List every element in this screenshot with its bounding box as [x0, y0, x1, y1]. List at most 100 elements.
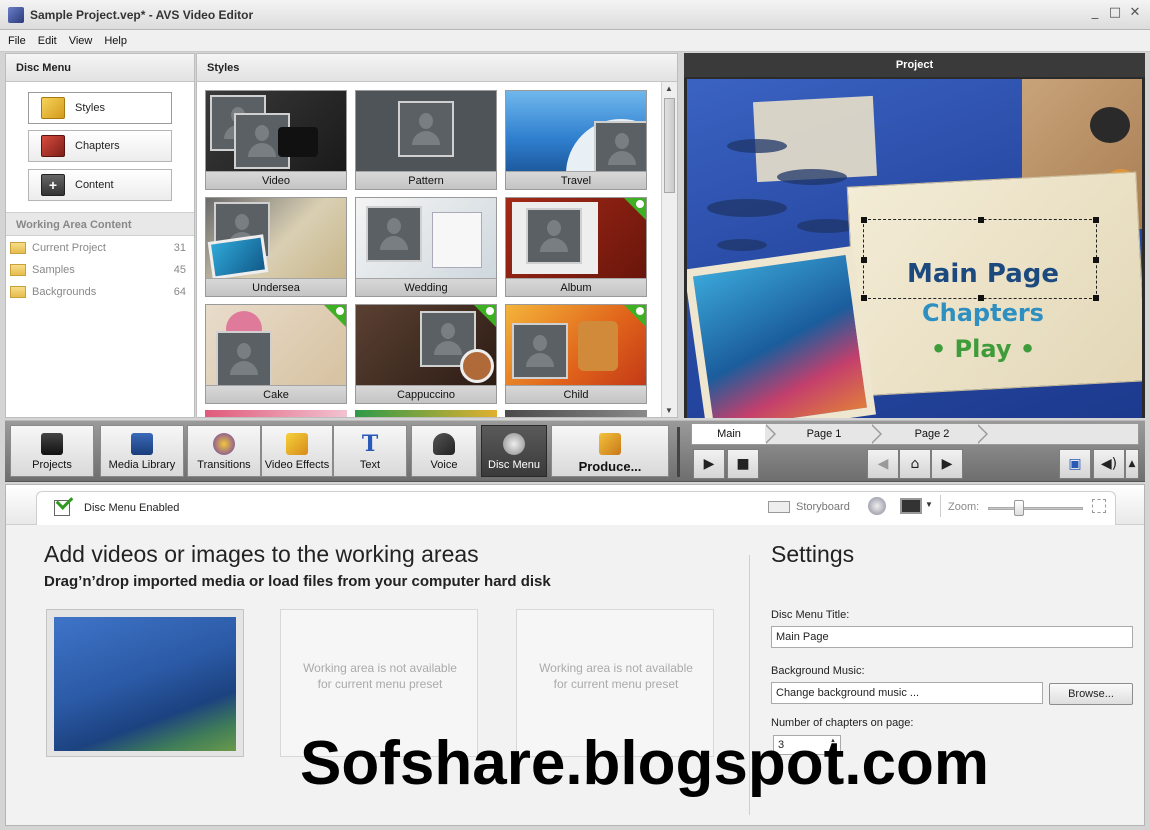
media-library-button[interactable]: Media Library — [100, 425, 184, 477]
styles-scrollbar[interactable]: ▲ ▼ — [661, 82, 677, 417]
close-icon[interactable]: ✕ — [1128, 6, 1142, 20]
play-icon[interactable]: ▶ — [693, 449, 725, 479]
download-badge-icon — [624, 305, 646, 327]
video-effects-button[interactable]: Video Effects — [261, 425, 333, 477]
scroll-down-icon[interactable]: ▼ — [665, 406, 673, 415]
prev-page-icon[interactable]: ◀ — [867, 449, 899, 479]
maximize-icon[interactable]: □ — [1108, 6, 1122, 20]
transitions-label: Transitions — [197, 459, 251, 471]
style-thumb-travel[interactable]: Travel — [505, 90, 647, 190]
microphone-icon — [433, 433, 455, 455]
style-thumb-label: Pattern — [356, 171, 496, 189]
window-controls: _ □ ✕ — [1088, 6, 1142, 20]
style-thumb-undersea[interactable]: Undersea — [205, 197, 347, 297]
minimize-icon[interactable]: _ — [1088, 6, 1102, 20]
text-t-icon: T — [361, 431, 379, 457]
wa-item-label: Backgrounds — [32, 286, 97, 298]
disc-menu-panel: Disc Menu Styles Chapters + Content Work… — [5, 53, 195, 418]
disc-icon — [503, 433, 525, 455]
style-thumb-partial[interactable] — [505, 410, 647, 417]
video-effects-label: Video Effects — [264, 459, 330, 471]
style-thumb-video[interactable]: Video — [205, 90, 347, 190]
styles-button[interactable]: Styles — [28, 92, 172, 124]
menu-help[interactable]: Help — [102, 35, 129, 47]
browse-button[interactable]: Browse... — [1049, 683, 1133, 705]
style-thumb-cake[interactable]: Cake — [205, 304, 347, 404]
zoom-slider[interactable] — [988, 507, 1083, 510]
coral-photo — [687, 245, 877, 418]
menu-view[interactable]: View — [67, 35, 95, 47]
background-music-input[interactable]: Change background music ... — [771, 682, 1043, 704]
checkbox-checked-icon[interactable] — [54, 498, 76, 516]
fullscreen-icon[interactable]: ▣ — [1059, 449, 1091, 479]
volume-dropdown-icon[interactable]: ▲ — [1125, 449, 1139, 479]
window-title: Sample Project.vep* - AVS Video Editor — [30, 7, 254, 22]
style-thumb-label: Travel — [506, 171, 646, 189]
stop-icon[interactable]: ■ — [727, 449, 759, 479]
wa-item-samples[interactable]: Samples 45 — [10, 260, 190, 280]
menu-page-tabs: Main Page 1 Page 2 — [691, 423, 1139, 445]
watermark-text: Sofshare.blogspot.com — [300, 729, 989, 798]
working-areas-heading: Add videos or images to the working area… — [44, 541, 479, 567]
wa-item-current-project[interactable]: Current Project 31 — [10, 238, 190, 258]
style-thumb-cappuccino[interactable]: Cappuccino — [355, 304, 497, 404]
settings-heading: Settings — [771, 541, 855, 567]
zoom-label: Zoom: — [948, 501, 980, 513]
voice-label: Voice — [430, 459, 458, 471]
menu-main-page-text[interactable]: Main Page — [863, 259, 1103, 289]
home-icon[interactable]: ⌂ — [899, 449, 931, 479]
plus-icon: + — [41, 174, 65, 196]
style-thumb-label: Album — [506, 278, 646, 296]
transitions-icon — [213, 433, 235, 455]
disc-menu-title-label: Disc Menu Title: — [771, 609, 850, 621]
disc-menu-title-input[interactable]: Main Page — [771, 626, 1133, 648]
next-page-icon[interactable]: ▶ — [931, 449, 963, 479]
chapters-button[interactable]: Chapters — [28, 130, 172, 162]
project-panel: Project Main Page Chapters • Play • — [684, 53, 1145, 418]
text-button[interactable]: T Text — [333, 425, 407, 477]
webcam-icon[interactable] — [868, 497, 886, 515]
content-button[interactable]: + Content — [28, 169, 172, 201]
produce-button[interactable]: Produce... — [551, 425, 669, 477]
disc-menu-button[interactable]: Disc Menu — [481, 425, 547, 477]
wa-item-backgrounds[interactable]: Backgrounds 64 — [10, 282, 190, 302]
voice-button[interactable]: Voice — [411, 425, 477, 477]
projects-button[interactable]: Projects — [10, 425, 94, 477]
style-thumb-partial[interactable] — [205, 410, 347, 417]
disc-menu-enabled-label[interactable]: Disc Menu Enabled — [84, 502, 179, 514]
produce-label: Produce... — [578, 459, 642, 474]
background-music-label: Background Music: — [771, 665, 865, 677]
menu-file[interactable]: File — [6, 35, 28, 47]
transitions-button[interactable]: Transitions — [187, 425, 261, 477]
style-thumb-wedding[interactable]: Wedding — [355, 197, 497, 297]
working-area-image — [54, 617, 236, 751]
style-thumb-album[interactable]: Album — [505, 197, 647, 297]
scroll-up-icon[interactable]: ▲ — [665, 84, 673, 93]
monitor-icon[interactable] — [900, 498, 922, 514]
menu-edit[interactable]: Edit — [36, 35, 59, 47]
tab-page-2[interactable]: Page 2 — [886, 424, 978, 444]
menu-play-text[interactable]: • Play • — [863, 335, 1103, 363]
working-area-1[interactable] — [46, 609, 244, 757]
style-thumb-partial[interactable] — [355, 410, 497, 417]
tab-page-1[interactable]: Page 1 — [778, 424, 870, 444]
monitor-dropdown-icon[interactable]: ▼ — [925, 500, 933, 509]
styles-icon — [41, 97, 65, 119]
style-thumb-label: Cappuccino — [356, 385, 496, 403]
style-thumb-pattern[interactable]: Pattern — [355, 90, 497, 190]
camera-icon — [278, 127, 318, 157]
working-areas-subheading: Drag’n’drop imported media or load files… — [44, 573, 551, 590]
storyboard-icon[interactable] — [768, 501, 790, 513]
scrollbar-thumb[interactable] — [664, 98, 675, 193]
zoom-slider-handle[interactable] — [1014, 500, 1024, 516]
menu-chapters-text[interactable]: Chapters — [863, 299, 1103, 327]
fit-zoom-icon[interactable] — [1092, 499, 1106, 513]
style-thumb-child[interactable]: Child — [505, 304, 647, 404]
tab-main[interactable]: Main — [692, 424, 766, 444]
style-thumb-label: Undersea — [206, 278, 346, 296]
volume-icon[interactable]: ◀) — [1093, 449, 1125, 479]
working-area-unavailable: Working area is not available for curren… — [303, 661, 457, 691]
menu-preview[interactable]: Main Page Chapters • Play • — [687, 79, 1142, 418]
styles-header: Styles — [197, 54, 677, 82]
storyboard-label[interactable]: Storyboard — [796, 501, 850, 513]
